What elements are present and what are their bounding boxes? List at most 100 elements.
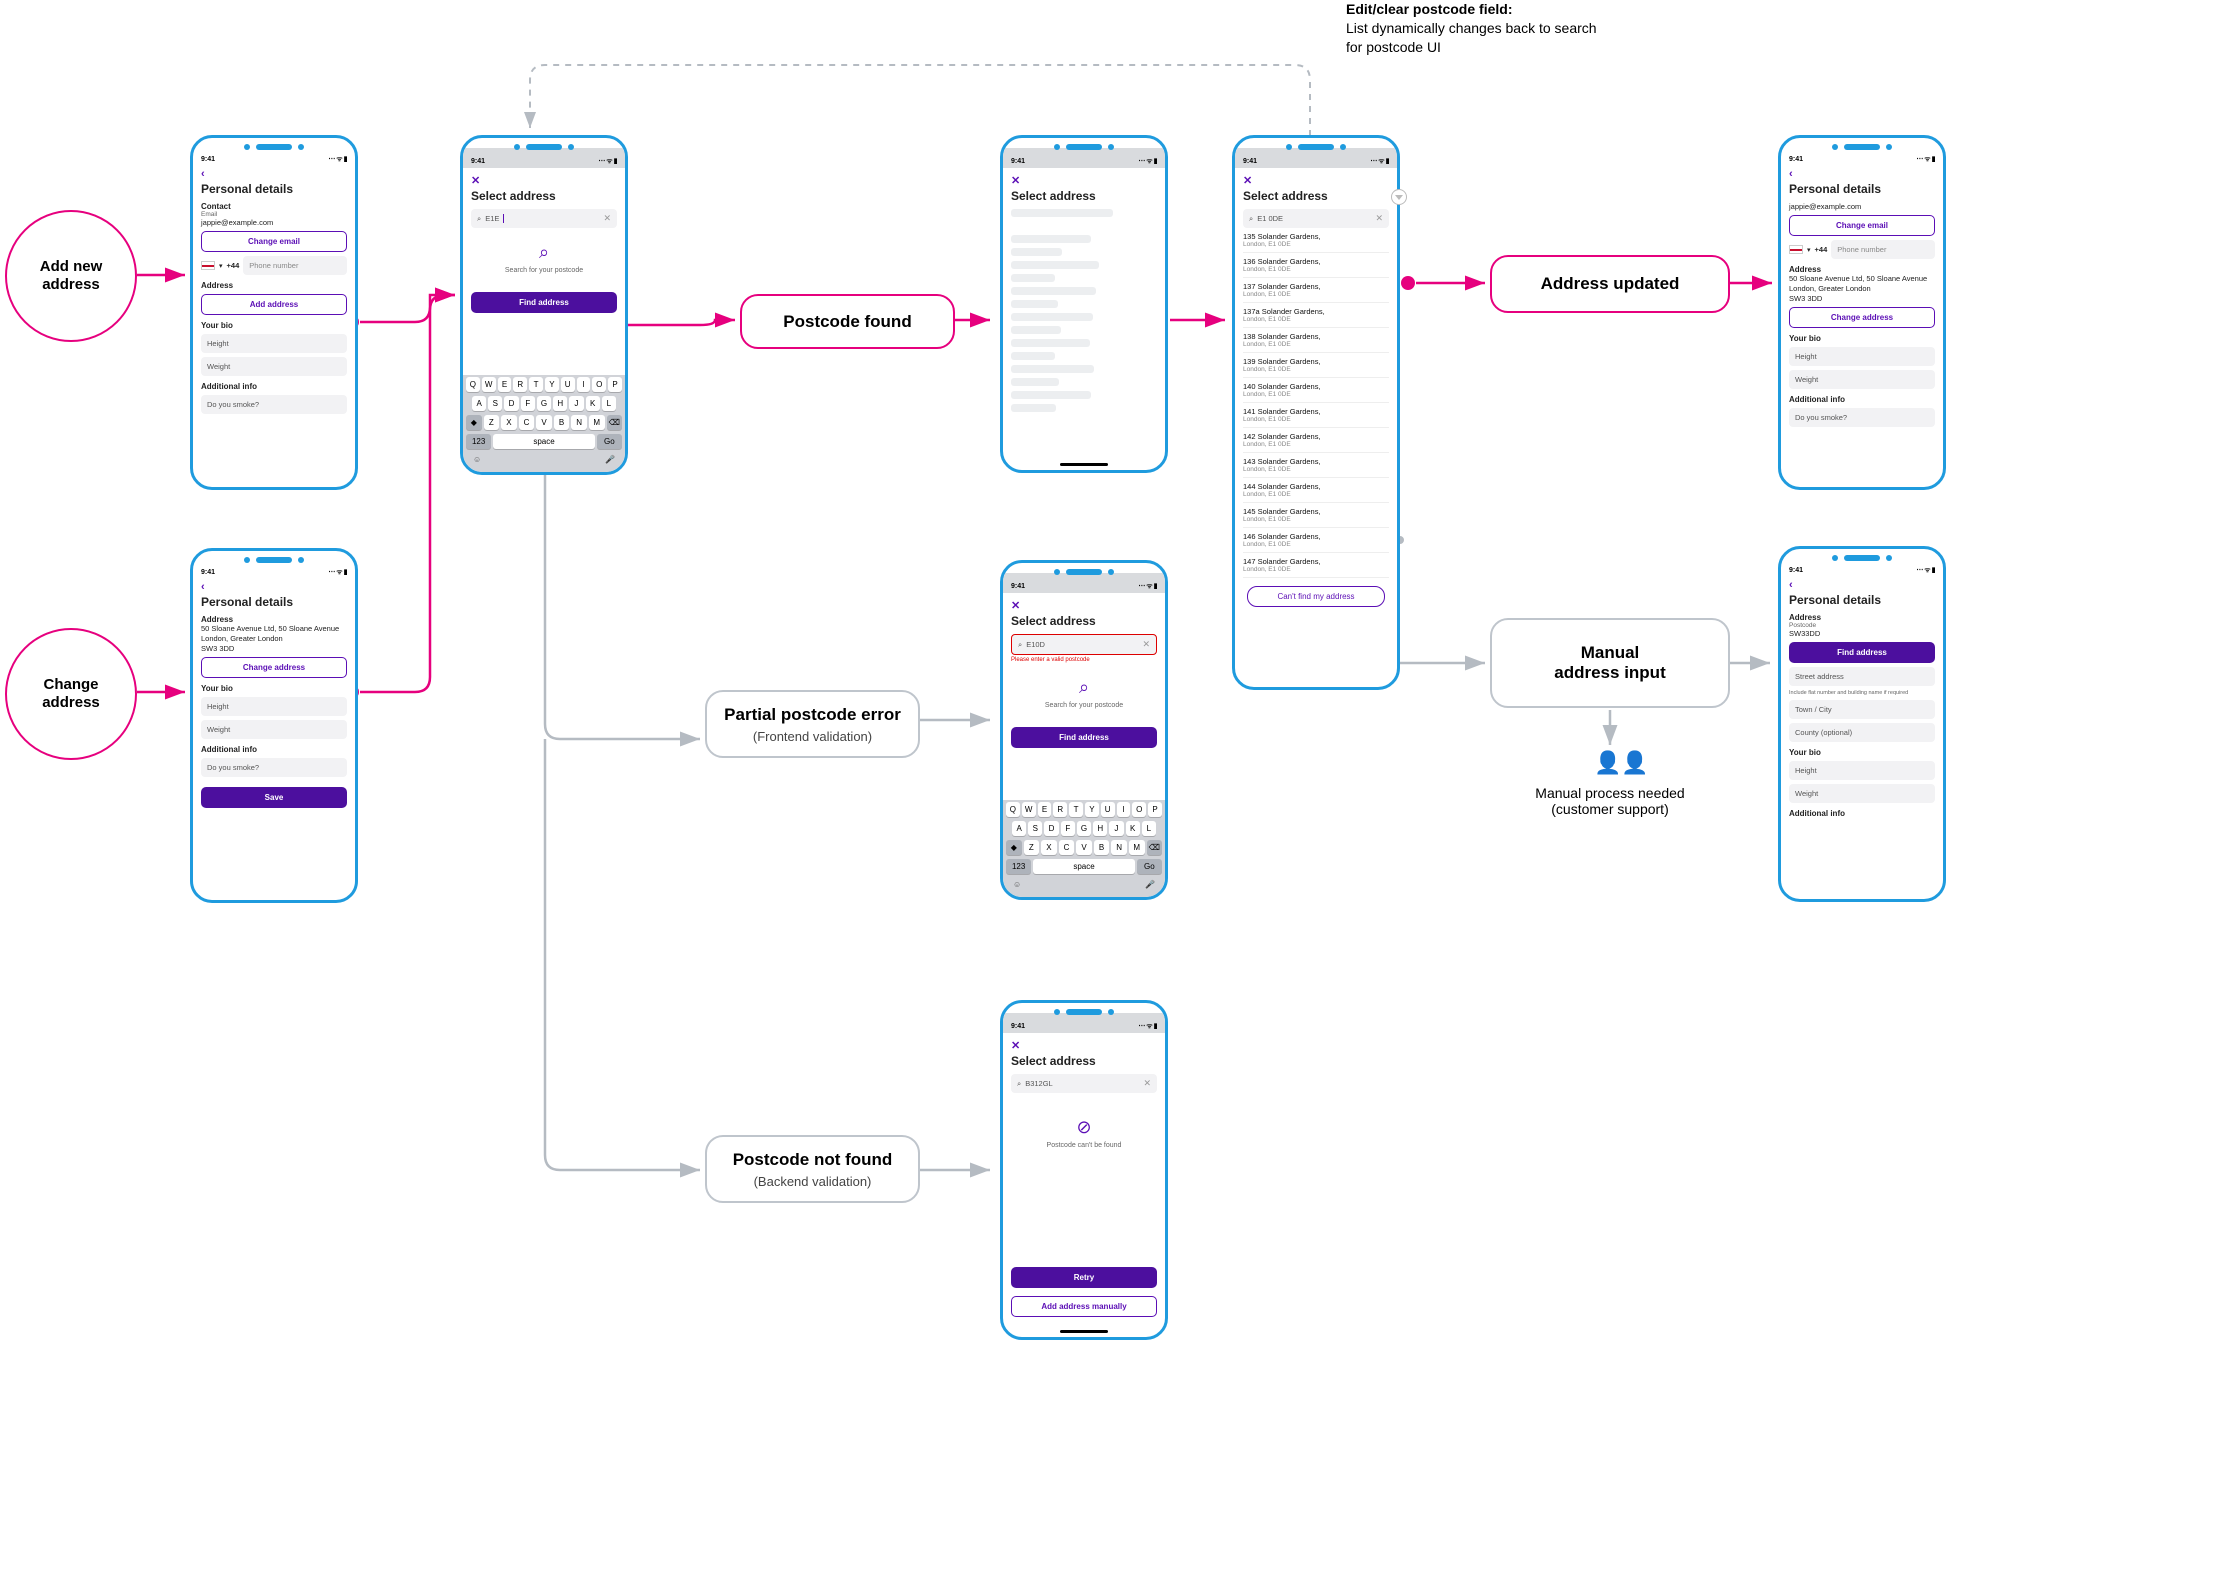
address-list-item[interactable]: 143 Solander Gardens,London, E1 0DE: [1243, 453, 1389, 478]
key-C[interactable]: C: [519, 415, 535, 430]
key-P[interactable]: P: [1148, 802, 1162, 817]
key-U[interactable]: U: [1101, 802, 1115, 817]
close-icon[interactable]: ✕: [1011, 599, 1157, 612]
key-O[interactable]: O: [592, 377, 606, 392]
close-icon[interactable]: ✕: [1011, 174, 1157, 187]
key-T[interactable]: T: [1069, 802, 1083, 817]
key-D[interactable]: D: [1044, 821, 1058, 836]
key-E[interactable]: E: [1038, 802, 1052, 817]
address-list-item[interactable]: 144 Solander Gardens,London, E1 0DE: [1243, 478, 1389, 503]
back-icon[interactable]: ‹: [1789, 579, 1935, 591]
keyboard[interactable]: QWERTYUIOP ASDFGHJKL ◆ZXCVBNM⌫ 123 space…: [463, 375, 625, 472]
height-field[interactable]: Height: [1789, 761, 1935, 780]
key-D[interactable]: D: [504, 396, 518, 411]
key-F[interactable]: F: [521, 396, 535, 411]
key-X[interactable]: X: [501, 415, 517, 430]
clear-icon[interactable]: ✕: [1142, 639, 1150, 650]
key-H[interactable]: H: [1093, 821, 1107, 836]
cant-find-button[interactable]: Can't find my address: [1247, 586, 1385, 607]
key-P[interactable]: P: [608, 377, 622, 392]
find-address-button[interactable]: Find address: [471, 292, 617, 313]
key-A[interactable]: A: [472, 396, 486, 411]
keyboard[interactable]: QWERTYUIOP ASDFGHJKL ◆ZXCVBNM⌫ 123 space…: [1003, 800, 1165, 897]
key-◆[interactable]: ◆: [466, 415, 482, 430]
key-M[interactable]: M: [589, 415, 605, 430]
key-Y[interactable]: Y: [545, 377, 559, 392]
key-U[interactable]: U: [561, 377, 575, 392]
find-address-button[interactable]: Find address: [1011, 727, 1157, 748]
clear-icon[interactable]: ✕: [603, 213, 611, 224]
address-list-item[interactable]: 147 Solander Gardens,London, E1 0DE: [1243, 553, 1389, 578]
key-N[interactable]: N: [571, 415, 587, 430]
weight-field[interactable]: Weight: [201, 357, 347, 376]
flag-icon[interactable]: [1789, 245, 1803, 254]
key-go[interactable]: Go: [1137, 859, 1162, 874]
height-field[interactable]: Height: [201, 697, 347, 716]
address-list-item[interactable]: 136 Solander Gardens,London, E1 0DE: [1243, 253, 1389, 278]
key-R[interactable]: R: [1053, 802, 1067, 817]
key-O[interactable]: O: [1132, 802, 1146, 817]
change-address-button[interactable]: Change address: [1789, 307, 1935, 328]
weight-field[interactable]: Weight: [201, 720, 347, 739]
key-F[interactable]: F: [1061, 821, 1075, 836]
key-V[interactable]: V: [1076, 840, 1092, 855]
key-Q[interactable]: Q: [1006, 802, 1020, 817]
key-V[interactable]: V: [536, 415, 552, 430]
key-G[interactable]: G: [537, 396, 551, 411]
key-G[interactable]: G: [1077, 821, 1091, 836]
change-email-button[interactable]: Change email: [201, 231, 347, 252]
key-L[interactable]: L: [1142, 821, 1156, 836]
street-input[interactable]: Street address: [1789, 667, 1935, 686]
key-123[interactable]: 123: [466, 434, 491, 449]
town-input[interactable]: Town / City: [1789, 700, 1935, 719]
key-H[interactable]: H: [553, 396, 567, 411]
clear-icon[interactable]: ✕: [1375, 213, 1383, 224]
address-list-item[interactable]: 142 Solander Gardens,London, E1 0DE: [1243, 428, 1389, 453]
address-list-item[interactable]: 137 Solander Gardens,London, E1 0DE: [1243, 278, 1389, 303]
change-address-button[interactable]: Change address: [201, 657, 347, 678]
mic-icon[interactable]: 🎤: [605, 455, 615, 464]
address-list-item[interactable]: 145 Solander Gardens,London, E1 0DE: [1243, 503, 1389, 528]
height-field[interactable]: Height: [201, 334, 347, 353]
key-Q[interactable]: Q: [466, 377, 480, 392]
key-Z[interactable]: Z: [484, 415, 500, 430]
address-list-item[interactable]: 135 Solander Gardens,London, E1 0DE: [1243, 228, 1389, 253]
key-space[interactable]: space: [1033, 859, 1134, 874]
phone-input[interactable]: Phone number: [1831, 240, 1935, 259]
key-W[interactable]: W: [482, 377, 496, 392]
key-Z[interactable]: Z: [1024, 840, 1040, 855]
key-A[interactable]: A: [1012, 821, 1026, 836]
address-list-item[interactable]: 141 Solander Gardens,London, E1 0DE: [1243, 403, 1389, 428]
add-manually-button[interactable]: Add address manually: [1011, 1296, 1157, 1317]
postcode-search-input[interactable]: ⌕ E1 0DE ✕: [1243, 209, 1389, 228]
address-list-item[interactable]: 140 Solander Gardens,London, E1 0DE: [1243, 378, 1389, 403]
postcode-search-input[interactable]: ⌕ E10D ✕: [1011, 634, 1157, 655]
address-list-item[interactable]: 139 Solander Gardens,London, E1 0DE: [1243, 353, 1389, 378]
find-address-button[interactable]: Find address: [1789, 642, 1935, 663]
mic-icon[interactable]: 🎤: [1145, 880, 1155, 889]
address-list-item[interactable]: 137a Solander Gardens,London, E1 0DE: [1243, 303, 1389, 328]
smoke-field[interactable]: Do you smoke?: [1789, 408, 1935, 427]
key-J[interactable]: J: [1109, 821, 1123, 836]
key-L[interactable]: L: [602, 396, 616, 411]
key-Y[interactable]: Y: [1085, 802, 1099, 817]
key-◆[interactable]: ◆: [1006, 840, 1022, 855]
emoji-icon[interactable]: ☺: [1013, 880, 1021, 889]
key-⌫[interactable]: ⌫: [1147, 840, 1163, 855]
key-I[interactable]: I: [577, 377, 591, 392]
close-icon[interactable]: ✕: [471, 174, 617, 187]
key-B[interactable]: B: [1094, 840, 1110, 855]
key-K[interactable]: K: [1126, 821, 1140, 836]
key-B[interactable]: B: [554, 415, 570, 430]
key-⌫[interactable]: ⌫: [607, 415, 623, 430]
key-123[interactable]: 123: [1006, 859, 1031, 874]
key-S[interactable]: S: [1028, 821, 1042, 836]
postcode-search-input[interactable]: ⌕ B312GL ✕: [1011, 1074, 1157, 1093]
key-I[interactable]: I: [1117, 802, 1131, 817]
key-R[interactable]: R: [513, 377, 527, 392]
key-M[interactable]: M: [1129, 840, 1145, 855]
retry-button[interactable]: Retry: [1011, 1267, 1157, 1288]
smoke-field[interactable]: Do you smoke?: [201, 395, 347, 414]
key-K[interactable]: K: [586, 396, 600, 411]
flag-icon[interactable]: [201, 261, 215, 270]
